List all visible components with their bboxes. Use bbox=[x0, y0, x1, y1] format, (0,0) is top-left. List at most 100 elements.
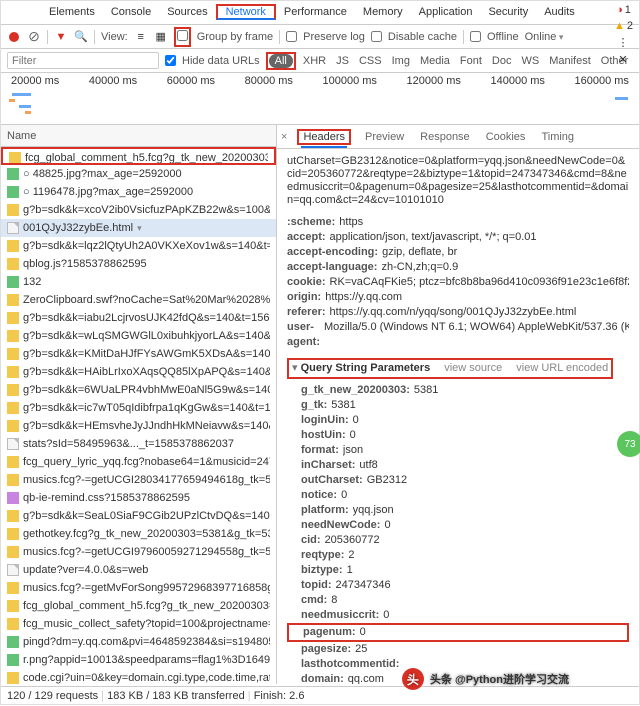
close-icon[interactable]: ✕ bbox=[618, 53, 628, 66]
throttle-select[interactable]: Online bbox=[525, 31, 564, 43]
request-row[interactable]: g?b=sdk&k=wLqSMGWGlL0xibuhkjyorLA&s=140&… bbox=[1, 327, 276, 345]
more-icon[interactable]: ⋮ bbox=[617, 36, 629, 49]
request-name: fcg_global_comment_h5.fcg?g_tk_new_20200… bbox=[23, 597, 270, 615]
file-icon bbox=[7, 330, 19, 342]
view-source-link[interactable]: view source bbox=[444, 361, 502, 376]
floating-badge[interactable]: 73 bbox=[617, 431, 640, 457]
request-row[interactable]: ○ 48825.jpg?max_age=2592000 bbox=[1, 165, 276, 183]
close-details-icon[interactable]: × bbox=[281, 131, 287, 143]
warning-badge[interactable]: ▲2 bbox=[614, 20, 633, 32]
offline-label: Offline bbox=[487, 31, 519, 43]
tab-performance[interactable]: Performance bbox=[276, 6, 355, 18]
filter-type-media[interactable]: Media bbox=[417, 55, 453, 67]
group-by-frame-checkbox[interactable] bbox=[177, 30, 188, 41]
header-row: cookie:RK=vaCAqFKie5; ptcz=bfc8b8ba96d41… bbox=[287, 275, 629, 290]
tab-memory[interactable]: Memory bbox=[355, 6, 411, 18]
error-badge[interactable]: ◑1 bbox=[616, 4, 631, 16]
tab-security[interactable]: Security bbox=[480, 6, 536, 18]
tab-console[interactable]: Console bbox=[103, 6, 159, 18]
tab-audits[interactable]: Audits bbox=[536, 6, 583, 18]
request-name: musics.fcg?-=getMvForSong995729683977168… bbox=[23, 579, 270, 597]
filter-type-ws[interactable]: WS bbox=[518, 55, 542, 67]
file-icon bbox=[7, 402, 19, 414]
request-name: g?b=sdk&k=iabu2LcjrvosUJK42fdQ&s=140&t=1… bbox=[23, 309, 270, 327]
tab-network[interactable]: Network bbox=[216, 4, 276, 20]
disable-cache-checkbox[interactable] bbox=[371, 31, 382, 42]
request-row[interactable]: g?b=sdk&k=lqz2lQtyUh2A0VKXeXov1w&s=140&t… bbox=[1, 237, 276, 255]
request-row[interactable]: g?b=sdk&k=xcoV2ib0VsicfuzPApKZB22w&s=100… bbox=[1, 201, 276, 219]
panel-tabs: ElementsConsoleSourcesNetworkPerformance… bbox=[1, 1, 639, 25]
request-row[interactable]: qblog.js?1585378862595 bbox=[1, 255, 276, 273]
record-button[interactable] bbox=[7, 30, 21, 44]
request-row[interactable]: g?b=sdk&k=iabu2LcjrvosUJK42fdQ&s=140&t=1… bbox=[1, 309, 276, 327]
request-row[interactable]: fcg_global_comment_h5.fcg?g_tk_new_20200… bbox=[1, 147, 276, 165]
hide-data-urls-checkbox[interactable] bbox=[165, 55, 176, 66]
request-name: fcg_global_comment_h5.fcg?g_tk_new_20200… bbox=[25, 149, 268, 163]
request-row[interactable]: 001QJyJ32zybEe.html bbox=[1, 219, 276, 237]
request-row[interactable]: fcg_music_collect_safety?topid=100&proje… bbox=[1, 615, 276, 633]
request-row[interactable]: pingd?dm=y.qq.com&pvi=4648592384&si=s194… bbox=[1, 633, 276, 651]
filter-type-img[interactable]: Img bbox=[389, 55, 413, 67]
view-url-encoded-link[interactable]: view URL encoded bbox=[516, 361, 608, 376]
timeline-overview[interactable]: 20000 ms40000 ms60000 ms80000 ms100000 m… bbox=[1, 73, 639, 125]
request-row[interactable]: update?ver=4.0.0&s=web bbox=[1, 561, 276, 579]
filter-type-manifest[interactable]: Manifest bbox=[546, 55, 594, 67]
query-params-header[interactable]: Query String Parameters bbox=[301, 362, 431, 374]
filter-type-xhr[interactable]: XHR bbox=[300, 55, 329, 67]
request-name: update?ver=4.0.0&s=web bbox=[23, 561, 148, 579]
tab-application[interactable]: Application bbox=[411, 6, 481, 18]
request-row[interactable]: code.cgi?uin=0&key=domain.cgi.type,code.… bbox=[1, 669, 276, 684]
filter-type-font[interactable]: Font bbox=[457, 55, 485, 67]
view-frame-icon[interactable]: ▦ bbox=[154, 30, 168, 44]
tab-sources[interactable]: Sources bbox=[159, 6, 215, 18]
request-row[interactable]: r.png?appid=10013&speedparams=flag1%3D16… bbox=[1, 651, 276, 669]
clear-button[interactable]: ⊘ bbox=[27, 30, 41, 44]
request-row[interactable]: g?b=sdk&k=ic7wT05qIdibfrpa1qKgGw&s=140&t… bbox=[1, 399, 276, 417]
request-row[interactable]: g?b=sdk&k=KMitDaHJfFYsAWGmK5XDsA&s=140&t… bbox=[1, 345, 276, 363]
filter-bar: Hide data URLs AllXHRJSCSSImgMediaFontDo… bbox=[1, 49, 639, 73]
request-name: gethotkey.fcg?g_tk_new_20200303=5381&g_t… bbox=[23, 525, 270, 543]
request-row[interactable]: g?b=sdk&k=HEmsvheJyJJndhHkMNeiavw&s=140&… bbox=[1, 417, 276, 435]
filter-type-doc[interactable]: Doc bbox=[489, 55, 515, 67]
request-row[interactable]: fcg_query_lyric_yqq.fcg?nobase64=1&music… bbox=[1, 453, 276, 471]
view-list-icon[interactable]: ≡ bbox=[134, 30, 148, 44]
request-row[interactable]: musics.fcg?-=getMvForSong995729683977168… bbox=[1, 579, 276, 597]
param-row: platform:yqq.json bbox=[287, 503, 629, 518]
request-row[interactable]: g?b=sdk&k=HAibLrIxoXAqsQQ85lXpAPQ&s=140&… bbox=[1, 363, 276, 381]
file-icon bbox=[7, 618, 19, 630]
detail-tab-cookies[interactable]: Cookies bbox=[484, 131, 528, 143]
request-row[interactable]: ZeroClipboard.swf?noCache=Sat%20Mar%2028… bbox=[1, 291, 276, 309]
search-icon[interactable]: 🔍 bbox=[74, 30, 88, 44]
request-name: g?b=sdk&k=ic7wT05qIdibfrpa1qKgGw&s=140&t… bbox=[23, 399, 270, 417]
offline-checkbox[interactable] bbox=[470, 31, 481, 42]
filter-icon[interactable]: ▼ bbox=[54, 30, 68, 44]
request-row[interactable]: g?b=sdk&k=6WUaLPR4vbhMwE0aNl5G9w&s=140&t… bbox=[1, 381, 276, 399]
request-row[interactable]: ○ 1196478.jpg?max_age=2592000 bbox=[1, 183, 276, 201]
detail-tab-headers[interactable]: Headers bbox=[301, 131, 347, 148]
request-row[interactable]: musics.fcg?-=getUCGI97960059271294558g_t… bbox=[1, 543, 276, 561]
preserve-log-checkbox[interactable] bbox=[286, 31, 297, 42]
tab-elements[interactable]: Elements bbox=[41, 6, 103, 18]
param-row: needNewCode:0 bbox=[287, 518, 629, 533]
name-column-header[interactable]: Name bbox=[1, 125, 276, 147]
request-row[interactable]: qb-ie-remind.css?1585378862595 bbox=[1, 489, 276, 507]
param-row: needmusiccrit:0 bbox=[287, 608, 629, 623]
detail-tab-timing[interactable]: Timing bbox=[539, 131, 576, 143]
param-row: lasthotcommentid: bbox=[287, 657, 629, 672]
request-name: g?b=sdk&k=lqz2lQtyUh2A0VKXeXov1w&s=140&t… bbox=[23, 237, 270, 255]
detail-tab-preview[interactable]: Preview bbox=[363, 131, 406, 143]
status-bar: 120 / 129 requests183 KB / 183 KB transf… bbox=[1, 686, 639, 704]
filter-type-js[interactable]: JS bbox=[333, 55, 352, 67]
request-name: pingd?dm=y.qq.com&pvi=4648592384&si=s194… bbox=[23, 633, 270, 651]
request-row[interactable]: stats?sId=58495963&..._t=1585378862037 bbox=[1, 435, 276, 453]
file-icon bbox=[7, 636, 19, 648]
request-row[interactable]: 132 bbox=[1, 273, 276, 291]
filter-type-css[interactable]: CSS bbox=[356, 55, 385, 67]
request-row[interactable]: fcg_global_comment_h5.fcg?g_tk_new_20200… bbox=[1, 597, 276, 615]
request-row[interactable]: gethotkey.fcg?g_tk_new_20200303=5381&g_t… bbox=[1, 525, 276, 543]
request-row[interactable]: musics.fcg?-=getUCGI28034177659494618g_t… bbox=[1, 471, 276, 489]
detail-tab-response[interactable]: Response bbox=[418, 131, 472, 143]
filter-input[interactable] bbox=[7, 52, 159, 69]
filter-type-all[interactable]: All bbox=[269, 54, 293, 68]
request-row[interactable]: g?b=sdk&k=SeaL0SiaF9CGib2UPzlCtvDQ&s=140… bbox=[1, 507, 276, 525]
